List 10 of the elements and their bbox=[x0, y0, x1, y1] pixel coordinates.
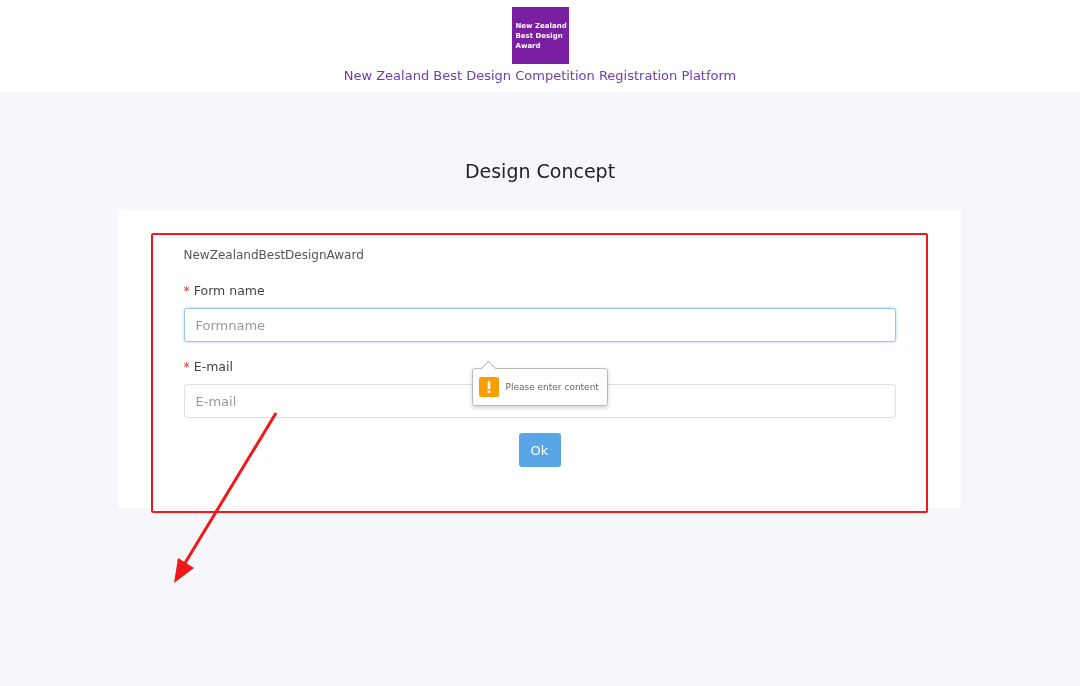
warning-icon bbox=[478, 377, 499, 397]
ok-button[interactable]: Ok bbox=[518, 433, 561, 467]
page-title: Design Concept bbox=[464, 160, 616, 184]
platform-title: New Zealand Best Design Competition Registration Platform bbox=[343, 68, 737, 83]
required-mark: * bbox=[183, 283, 190, 298]
field-label: Form name bbox=[193, 283, 265, 298]
group-label: NewZealandBestDesignAward bbox=[183, 248, 365, 262]
required-mark: * bbox=[183, 359, 190, 374]
field-label: E-mail bbox=[193, 359, 233, 374]
input-field[interactable]: Formname bbox=[183, 308, 896, 342]
